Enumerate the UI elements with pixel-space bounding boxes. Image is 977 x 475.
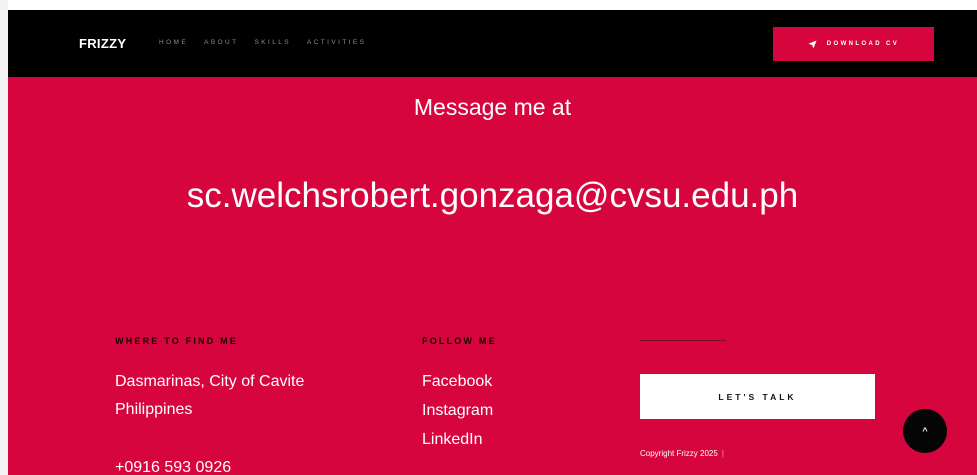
nav-link-about[interactable]: ABOUT <box>204 39 238 46</box>
lets-talk-button[interactable]: LET'S TALK <box>640 374 875 419</box>
message-prompt: Message me at <box>413 94 572 120</box>
copyright-text: Copyright Frizzy 2025 | <box>640 449 724 458</box>
page: FRIZZY HOME ABOUT SKILLS ACTIVITIES DOWN… <box>8 10 977 475</box>
address-country: Philippines <box>115 401 193 418</box>
address-line: Dasmarinas, City of Cavite <box>115 373 305 390</box>
social-link-instagram[interactable]: Instagram <box>422 402 493 420</box>
top-navbar: FRIZZY HOME ABOUT SKILLS ACTIVITIES DOWN… <box>8 10 977 77</box>
window-edge <box>0 0 8 475</box>
brand-logo[interactable]: FRIZZY <box>79 36 126 51</box>
copyright-separator: | <box>721 449 724 458</box>
nav-link-home[interactable]: HOME <box>159 39 188 46</box>
download-cv-button[interactable]: DOWNLOAD CV <box>773 27 934 61</box>
follow-heading: FOLLOW ME <box>422 336 497 346</box>
social-link-facebook[interactable]: Facebook <box>422 373 492 391</box>
nav-link-activities[interactable]: ACTIVITIES <box>307 39 366 46</box>
chevron-up-icon: ^ <box>922 426 928 436</box>
cutoff-credit-fragment <box>640 471 820 475</box>
contact-email[interactable]: sc.welchsrobert.gonzaga@cvsu.edu.ph <box>8 176 977 216</box>
phone-number[interactable]: +0916 593 0926 <box>115 459 231 475</box>
download-cv-label: DOWNLOAD CV <box>826 41 900 47</box>
paper-plane-icon <box>808 39 817 49</box>
lets-talk-label: LET'S TALK <box>718 391 797 402</box>
copyright-label: Copyright Frizzy 2025 <box>640 449 718 458</box>
where-heading: WHERE TO FIND ME <box>115 336 239 346</box>
browser-viewport: FRIZZY HOME ABOUT SKILLS ACTIVITIES DOWN… <box>0 0 977 475</box>
social-link-linkedin[interactable]: LinkedIn <box>422 431 483 449</box>
nav-links: HOME ABOUT SKILLS ACTIVITIES <box>159 39 366 46</box>
back-to-top-button[interactable]: ^ <box>903 409 947 453</box>
nav-link-skills[interactable]: SKILLS <box>255 39 291 46</box>
footer-divider <box>640 340 726 341</box>
